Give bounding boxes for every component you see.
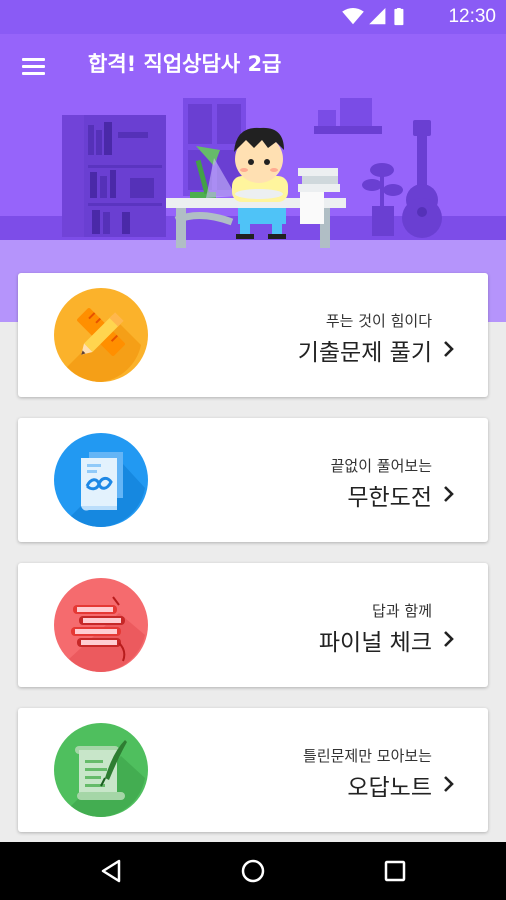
chevron-right-icon — [444, 341, 454, 357]
card-past-exams[interactable]: 푸는 것이 힘이다 기출문제 풀기 — [18, 273, 488, 397]
navigation-bar — [0, 842, 506, 900]
chevron-right-icon — [444, 486, 454, 502]
card-subtitle: 틀린문제만 모아보는 — [303, 747, 432, 765]
status-bar: 12:30 — [0, 0, 506, 34]
scroll-quill-icon — [54, 723, 148, 817]
guitar-illustration — [402, 120, 442, 238]
bookshelf-illustration — [62, 115, 166, 237]
card-title: 기출문제 풀기 — [297, 340, 432, 366]
student-character-illustration — [232, 127, 288, 239]
ruler-pencil-icon — [54, 288, 148, 382]
back-triangle-icon[interactable] — [95, 855, 127, 887]
status-icons-group — [342, 8, 404, 26]
chevron-right-icon — [444, 776, 454, 792]
stacked-books-icon — [54, 578, 148, 672]
battery-icon — [394, 8, 404, 26]
app-bar: 합격! 직업상담사 2급 — [0, 34, 506, 96]
card-final-check[interactable]: 답과 함께 파이널 체크 — [18, 563, 488, 687]
card-title: 무한도전 — [347, 485, 432, 511]
card-infinite-challenge[interactable]: 끝없이 풀어보는 무한도전 — [18, 418, 488, 542]
card-subtitle: 푸는 것이 힘이다 — [325, 312, 432, 330]
app-title: 합격! 직업상담사 2급 — [88, 52, 282, 76]
chevron-right-icon — [444, 631, 454, 647]
infinity-document-icon — [54, 433, 148, 527]
wifi-icon — [342, 8, 364, 25]
card-subtitle: 끝없이 풀어보는 — [330, 457, 432, 475]
cellular-signal-icon — [369, 8, 386, 25]
card-title: 오답노트 — [347, 775, 432, 801]
card-subtitle: 답과 함께 — [372, 602, 432, 620]
book-stack-illustration — [298, 168, 340, 224]
card-wrong-answer-note[interactable]: 틀린문제만 모아보는 오답노트 — [18, 708, 488, 832]
card-title: 파이널 체크 — [318, 630, 432, 656]
hamburger-menu-icon[interactable] — [16, 48, 50, 82]
home-circle-icon[interactable] — [237, 855, 269, 887]
recents-square-icon[interactable] — [379, 855, 411, 887]
status-time: 12:30 — [448, 6, 496, 27]
